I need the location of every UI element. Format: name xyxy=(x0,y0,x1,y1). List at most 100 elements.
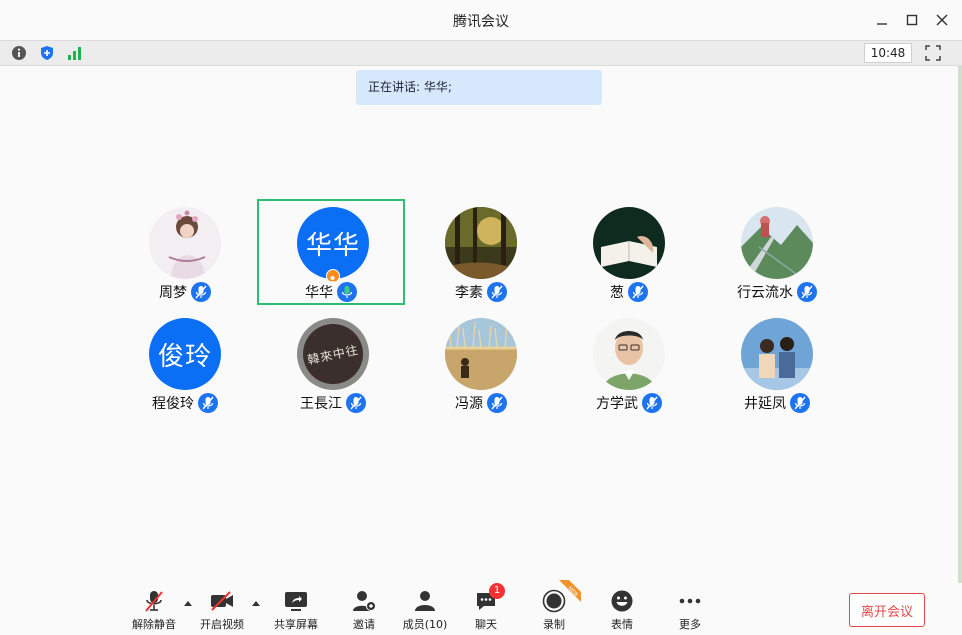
chat-unread-badge: 1 xyxy=(489,583,505,599)
avatar: 韓來中往 xyxy=(297,318,369,390)
info-icon xyxy=(12,46,26,60)
avatar-initials: 华华 xyxy=(305,230,360,261)
camera-off-icon xyxy=(211,591,233,611)
participant-tile[interactable]: 葱 xyxy=(555,201,703,307)
photo-book-dark-image xyxy=(593,207,665,279)
mic-muted-icon xyxy=(628,282,648,302)
unmute-label: 解除静音 xyxy=(132,618,176,631)
participant-name: 李素 xyxy=(455,285,483,301)
photo-flowers-girl-image xyxy=(149,207,221,279)
window-title: 腾讯会议 xyxy=(453,14,509,30)
close-icon xyxy=(936,14,948,26)
signal-bars-icon xyxy=(68,47,81,60)
minimize-button[interactable] xyxy=(872,10,892,30)
participant-name-row: 王長江 xyxy=(259,392,407,414)
participant-name-row: 程俊玲 xyxy=(111,392,259,414)
leave-meeting-button[interactable]: 离开会议 xyxy=(849,593,925,627)
mic-muted-icon xyxy=(191,282,211,302)
participant-name: 周梦 xyxy=(159,285,187,301)
emoji-label: 表情 xyxy=(611,618,633,631)
mic-muted-icon xyxy=(790,393,810,413)
photo-forest-sunlight-image xyxy=(445,207,517,279)
photo-mountain-rail-image xyxy=(741,207,813,279)
avatar xyxy=(741,318,813,390)
participant-name-row: 冯源 xyxy=(407,392,555,414)
participant-name: 行云流水 xyxy=(737,285,793,301)
fullscreen-icon xyxy=(925,45,941,61)
share-screen-icon xyxy=(285,592,307,611)
avatar-initials: 俊玲 xyxy=(157,341,212,372)
maximize-icon xyxy=(906,14,918,26)
participant-tile[interactable]: 井延凤 xyxy=(703,312,851,418)
start-video-label: 开启视频 xyxy=(200,618,244,631)
network-button[interactable] xyxy=(66,44,84,62)
avatar xyxy=(741,207,813,279)
avatar: 俊玲 xyxy=(149,318,221,390)
mic-muted-icon xyxy=(642,393,662,413)
info-button[interactable] xyxy=(10,44,28,62)
chat-button[interactable]: 1 聊天 xyxy=(456,583,516,633)
close-button[interactable] xyxy=(932,10,952,30)
participant-tile[interactable]: 周梦 xyxy=(111,201,259,307)
participant-name: 方学武 xyxy=(596,396,638,412)
participant-name-row: 华华 xyxy=(259,281,403,303)
security-button[interactable] xyxy=(38,44,56,62)
participant-name: 井延凤 xyxy=(744,396,786,412)
photo-man-portrait-image xyxy=(593,318,665,390)
unmute-button[interactable]: 解除静音 xyxy=(124,589,184,633)
maximize-button[interactable] xyxy=(902,10,922,30)
participant-tile[interactable]: 韓來中往 王長江 xyxy=(259,312,407,418)
avatar xyxy=(445,207,517,279)
participant-tile[interactable]: 华华 华华 xyxy=(257,199,405,305)
fullscreen-button[interactable] xyxy=(924,44,942,62)
smiley-icon xyxy=(611,590,633,612)
mic-speaking-icon xyxy=(337,282,357,302)
bottom-control-bar: 解除静音 开启视频 共享屏幕 邀请 成员(10) 1 聊天 NEW 录制 表情 … xyxy=(0,580,962,635)
title-bar: 腾讯会议 xyxy=(0,0,962,40)
mic-muted-icon xyxy=(797,282,817,302)
more-button[interactable]: 更多 xyxy=(660,589,720,633)
minimize-icon xyxy=(877,23,887,25)
avatar xyxy=(593,207,665,279)
participant-name: 程俊玲 xyxy=(152,396,194,412)
speaking-indicator: 正在讲话: 华华; xyxy=(356,70,602,105)
participant-tile[interactable]: 李素 xyxy=(407,201,555,307)
record-button[interactable]: NEW 录制 xyxy=(524,580,584,633)
participant-tile[interactable]: 方学武 xyxy=(555,312,703,418)
members-button[interactable]: 成员(10) xyxy=(395,589,455,633)
participant-name: 华华 xyxy=(305,285,333,301)
participant-name-row: 葱 xyxy=(555,281,703,303)
emoji-button[interactable]: 表情 xyxy=(592,589,652,633)
add-user-icon xyxy=(353,591,376,611)
more-label: 更多 xyxy=(679,618,701,631)
participant-name-row: 井延凤 xyxy=(703,392,851,414)
invite-button[interactable]: 邀请 xyxy=(334,589,394,633)
avatar xyxy=(593,318,665,390)
participant-name-row: 周梦 xyxy=(111,281,259,303)
shield-icon xyxy=(41,46,53,60)
more-dots-icon xyxy=(679,598,701,604)
share-screen-button[interactable]: 共享屏幕 xyxy=(266,589,326,633)
participant-name-row: 方学武 xyxy=(555,392,703,414)
video-options-caret-icon[interactable] xyxy=(251,599,261,607)
invite-label: 邀请 xyxy=(353,618,375,631)
mic-muted-icon xyxy=(145,591,163,612)
avatar xyxy=(445,318,517,390)
avatar xyxy=(149,207,221,279)
window-edge xyxy=(958,66,962,583)
new-ribbon-icon: NEW xyxy=(559,580,581,602)
record-label: 录制 xyxy=(543,618,565,631)
participant-tile[interactable]: 俊玲程俊玲 xyxy=(111,312,259,418)
share-screen-label: 共享屏幕 xyxy=(274,618,318,631)
participant-tile[interactable]: 行云流水 xyxy=(703,201,851,307)
participant-tile[interactable]: 冯源 xyxy=(407,312,555,418)
photo-couple-sky-image xyxy=(741,318,813,390)
start-video-button[interactable]: 开启视频 xyxy=(192,589,252,633)
mic-muted-icon xyxy=(487,393,507,413)
members-icon xyxy=(415,591,435,611)
participant-name-row: 李素 xyxy=(407,281,555,303)
participant-name: 王長江 xyxy=(300,396,342,412)
mic-muted-icon xyxy=(198,393,218,413)
chat-label: 聊天 xyxy=(475,618,497,631)
participant-name: 葱 xyxy=(610,285,624,301)
